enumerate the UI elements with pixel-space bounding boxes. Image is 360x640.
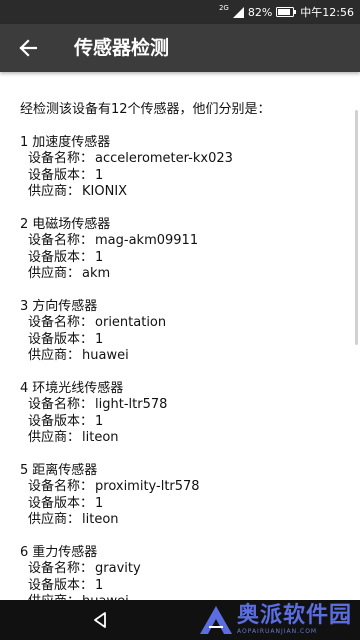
- sensor-item: 2 电磁场传感器 设备名称： mag-akm09911 设备版本： 1 供应商： akm: [20, 217, 348, 283]
- device-name-label: 设备名称：: [28, 397, 94, 412]
- device-version-row: 设备版本： 1: [20, 250, 348, 267]
- sensor-item: 6重力传感器设备名称：gravity设备版本：1供应商：huawei: [20, 545, 348, 601]
- device-version-value: 1: [95, 167, 104, 183]
- sensor-heading: 6 重力传感器: [20, 545, 348, 562]
- vendor-row: 供应商： liteon: [20, 512, 348, 529]
- watermark-url: AOPAIRUANJIAN.COM: [236, 628, 318, 635]
- sensor-list: 1 加速度传感器 设备名称： accelerometer-kx023 设备版本： 1 供应商…: [20, 135, 348, 601]
- sensor-item: 5 距离传感器 设备名称： proximity-ltr578 设备版本： 1 供应商： lit…: [20, 463, 348, 529]
- sensor-heading: 5 距离传感器: [20, 463, 348, 480]
- device-name-label: 设备名称：: [28, 315, 94, 330]
- watermark-logo-icon: [199, 605, 233, 635]
- device-version-label: 设备版本：: [28, 167, 94, 183]
- device-name-value: accelerometer-kx023: [95, 151, 233, 166]
- device-version-row: 设备版本： 1: [20, 414, 348, 431]
- sensor-number: 6: [20, 544, 29, 560]
- device-name-label: 设备名称：: [28, 151, 94, 166]
- vendor-value: liteon: [82, 512, 119, 527]
- device-name-row: 设备名称： gravity: [20, 561, 348, 578]
- signal-icon: [232, 6, 244, 18]
- device-version-row: 设备版本： 1: [20, 332, 348, 349]
- app-bar: 传感器检测: [0, 24, 360, 72]
- device-version-label: 设备版本：: [28, 577, 94, 593]
- arrow-left-icon: [19, 39, 37, 57]
- sensor-number: 5: [20, 462, 29, 478]
- device-name-value: proximity-ltr578: [95, 479, 200, 494]
- sensor-item: 1 加速度传感器 设备名称： accelerometer-kx023 设备版本： 1 供应商…: [20, 135, 348, 201]
- device-name-label: 设备名称：: [28, 233, 94, 248]
- vendor-label: 供应商：: [28, 348, 81, 363]
- watermark-name: 奥派软件园: [236, 603, 352, 628]
- vendor-value: KIONIX: [82, 184, 128, 199]
- device-name-row: 设备名称： mag-akm09911: [20, 233, 348, 250]
- device-name-label: 设备名称：: [28, 561, 94, 576]
- clock: 中午12:56: [300, 6, 354, 19]
- device-name-value: orientation: [95, 315, 167, 330]
- page-title: 传感器检测: [74, 37, 170, 59]
- device-version-value: 1: [95, 495, 104, 511]
- device-version-label: 设备版本：: [28, 249, 94, 265]
- device-name-row: 设备名称： orientation: [20, 315, 348, 332]
- sensor-item: 4 环境光线传感器 设备名称： light-ltr578 设备版本： 1 供应商： liteo…: [20, 381, 348, 447]
- watermark-text: 奥派软件园 AOPAIRUANJIAN.COM: [237, 604, 352, 636]
- device-version-row: 设备版本： 1: [20, 168, 348, 185]
- vendor-label: 供应商：: [28, 512, 81, 527]
- device-version-row: 设备版本： 1: [20, 578, 348, 595]
- sensor-number: 4: [20, 380, 29, 396]
- vendor-value: liteon: [82, 430, 119, 445]
- device-version-label: 设备版本：: [28, 331, 94, 347]
- vendor-row: 供应商： liteon: [20, 430, 348, 447]
- device-name-value: light-ltr578: [95, 397, 168, 412]
- device-version-label: 设备版本：: [28, 495, 94, 511]
- vendor-label: 供应商：: [28, 430, 81, 445]
- sensor-type: 距离传感器: [32, 462, 98, 478]
- battery-icon: [276, 7, 297, 17]
- sensor-heading: 1 加速度传感器: [20, 135, 348, 152]
- device-version-row: 设备版本： 1: [20, 496, 348, 513]
- vendor-label: 供应商：: [28, 184, 81, 199]
- sensor-type: 重力传感器: [32, 544, 98, 560]
- scrollbar[interactable]: [355, 110, 358, 345]
- watermark: 奥派软件园 AOPAIRUANJIAN.COM: [199, 600, 352, 640]
- status-icons: 2G 82% 中午12:56: [219, 0, 354, 24]
- device-name-row: 设备名称： light-ltr578: [20, 397, 348, 414]
- device-version-value: 1: [95, 249, 104, 265]
- device-name-label: 设备名称：: [28, 479, 94, 494]
- intro-text: 经检测该设备有12个传感器，他们分别是：: [20, 102, 271, 117]
- triangle-back-icon: [94, 612, 106, 628]
- back-button[interactable]: [8, 28, 48, 68]
- vendor-row: 供应商：huawei: [20, 348, 348, 365]
- sensor-heading: 3 方向传感器: [20, 299, 348, 316]
- device-version-label: 设备版本：: [28, 413, 94, 429]
- device-version-value: 1: [95, 413, 104, 429]
- sensor-number: 2: [20, 216, 29, 232]
- status-bar: 2G 82% 中午12:56: [0, 0, 360, 24]
- sensor-type: 电磁场传感器: [32, 216, 111, 232]
- vendor-value: akm: [82, 266, 111, 281]
- sensor-heading: 2 电磁场传感器: [20, 217, 348, 234]
- sensor-type: 方向传感器: [32, 298, 98, 314]
- sensor-number: 3: [20, 298, 29, 314]
- device-name-value: mag-akm09911: [95, 233, 199, 248]
- vendor-row: 供应商： KIONIX: [20, 184, 348, 201]
- nav-back-button[interactable]: [90, 610, 110, 630]
- vendor-row: 供应商： akm: [20, 266, 348, 283]
- sensor-heading: 4 环境光线传感器: [20, 381, 348, 398]
- device-name-value: gravity: [95, 561, 141, 576]
- network-type: 2G: [218, 4, 229, 12]
- battery-percent: 82%: [247, 5, 273, 19]
- sensor-number: 1: [20, 134, 29, 150]
- sensor-list-content[interactable]: 经检测该设备有12个传感器，他们分别是： 1 加速度传感器 设备名称： acceler…: [0, 72, 360, 600]
- sensor-item: 3 方向传感器 设备名称： orientation 设备版本： 1 供应商： huawei: [20, 299, 348, 365]
- device-version-value: 1: [95, 331, 104, 347]
- vendor-label: 供应商：: [28, 266, 81, 281]
- sensor-type: 环境光线传感器: [32, 380, 124, 396]
- device-name-row: 设备名称： accelerometer-kx023: [20, 151, 348, 168]
- sensor-type: 加速度传感器: [32, 134, 111, 150]
- vendor-value: huawei: [82, 348, 129, 363]
- device-version-value: 1: [95, 577, 104, 593]
- device-name-row: 设备名称： proximity-ltr578: [20, 479, 348, 496]
